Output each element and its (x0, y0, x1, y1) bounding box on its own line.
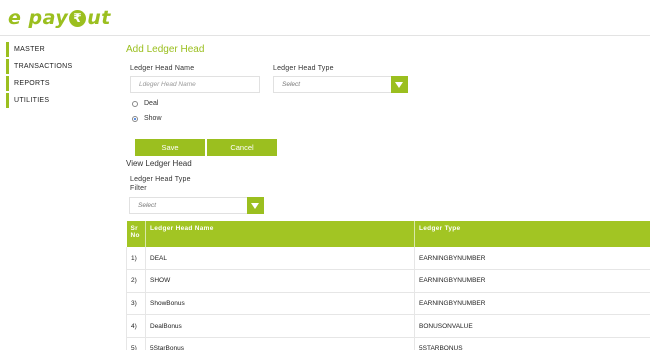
cell-name: 5StarBonus (145, 337, 415, 350)
radio-deal[interactable]: Deal (132, 100, 158, 107)
ledger-head-type-value: Select (282, 81, 301, 88)
filter-label: Filter (130, 185, 147, 192)
view-ledger-head-title: View Ledger Head (126, 159, 192, 168)
cell-sr: 4) (126, 314, 146, 338)
table-row: 4) DealBonus BONUSONVALUE (126, 314, 650, 338)
ledger-head-name-label: Ledger Head Name (130, 65, 195, 72)
col-header-sr: Sr (130, 225, 138, 232)
sidebar-item-master[interactable]: MASTER (6, 42, 116, 57)
save-button[interactable]: Save (135, 139, 205, 156)
rupee-coin-icon: ₹ (69, 9, 87, 27)
ledger-head-table: Sr No Ledger Head Name Ledger Type 1) DE… (126, 221, 650, 350)
cell-type: EARNINGBYNUMBER (414, 269, 650, 293)
cell-sr: 1) (126, 247, 146, 271)
logo-text-right: ut (87, 7, 111, 29)
col-header-no: No (130, 232, 140, 239)
table-header-row: Sr No Ledger Head Name Ledger Type (126, 221, 650, 247)
top-header: e pay ₹ ut (0, 0, 650, 36)
col-header-sr-no: Sr No (126, 221, 146, 247)
sidebar: MASTER TRANSACTIONS REPORTS UTILITIES (6, 42, 116, 110)
cell-sr: 2) (126, 269, 146, 293)
col-header-ledger-type: Ledger Type (414, 221, 650, 247)
filter-type-select[interactable]: Select (129, 197, 264, 214)
page-title: Add Ledger Head (126, 44, 205, 55)
logo-text-left: e pay (8, 7, 69, 29)
chevron-down-icon[interactable] (391, 76, 408, 93)
radio-show[interactable]: Show (132, 115, 162, 122)
sidebar-item-utilities[interactable]: UTILITIES (6, 93, 116, 108)
chevron-down-icon[interactable] (247, 197, 264, 214)
sidebar-item-reports[interactable]: REPORTS (6, 76, 116, 91)
cell-type: BONUSONVALUE (414, 314, 650, 338)
ledger-head-name-input[interactable]: Ldeger Head Name (130, 76, 260, 93)
sidebar-item-transactions[interactable]: TRANSACTIONS (6, 59, 116, 74)
radio-show-label: Show (144, 115, 162, 122)
radio-deal-label: Deal (144, 100, 159, 107)
ledger-head-type-select[interactable]: Select (273, 76, 408, 93)
table-row: 2) SHOW EARNINGBYNUMBER (126, 269, 650, 293)
cell-sr: 3) (126, 292, 146, 316)
cell-name: ShowBonus (145, 292, 415, 316)
cell-name: SHOW (145, 269, 415, 293)
cell-type: EARNINGBYNUMBER (414, 247, 650, 271)
col-header-ledger-head-name: Ledger Head Name (145, 221, 415, 247)
cell-name: DealBonus (145, 314, 415, 338)
table-row: 5) 5StarBonus 5STARBONUS (126, 337, 650, 350)
radio-show-circle[interactable] (132, 115, 138, 122)
filter-type-label: Ledger Head Type (130, 176, 191, 183)
radio-deal-circle[interactable] (132, 100, 138, 107)
table-row: 1) DEAL EARNINGBYNUMBER (126, 247, 650, 271)
table-row: 3) ShowBonus EARNINGBYNUMBER (126, 292, 650, 316)
cell-type: EARNINGBYNUMBER (414, 292, 650, 316)
ledger-head-type-label: Ledger Head Type (273, 65, 334, 72)
cancel-button[interactable]: Cancel (207, 139, 277, 156)
cell-type: 5STARBONUS (414, 337, 650, 350)
cell-name: DEAL (145, 247, 415, 271)
epayout-logo[interactable]: e pay ₹ ut (8, 5, 111, 31)
filter-type-value: Select (138, 202, 157, 209)
cell-sr: 5) (126, 337, 146, 350)
